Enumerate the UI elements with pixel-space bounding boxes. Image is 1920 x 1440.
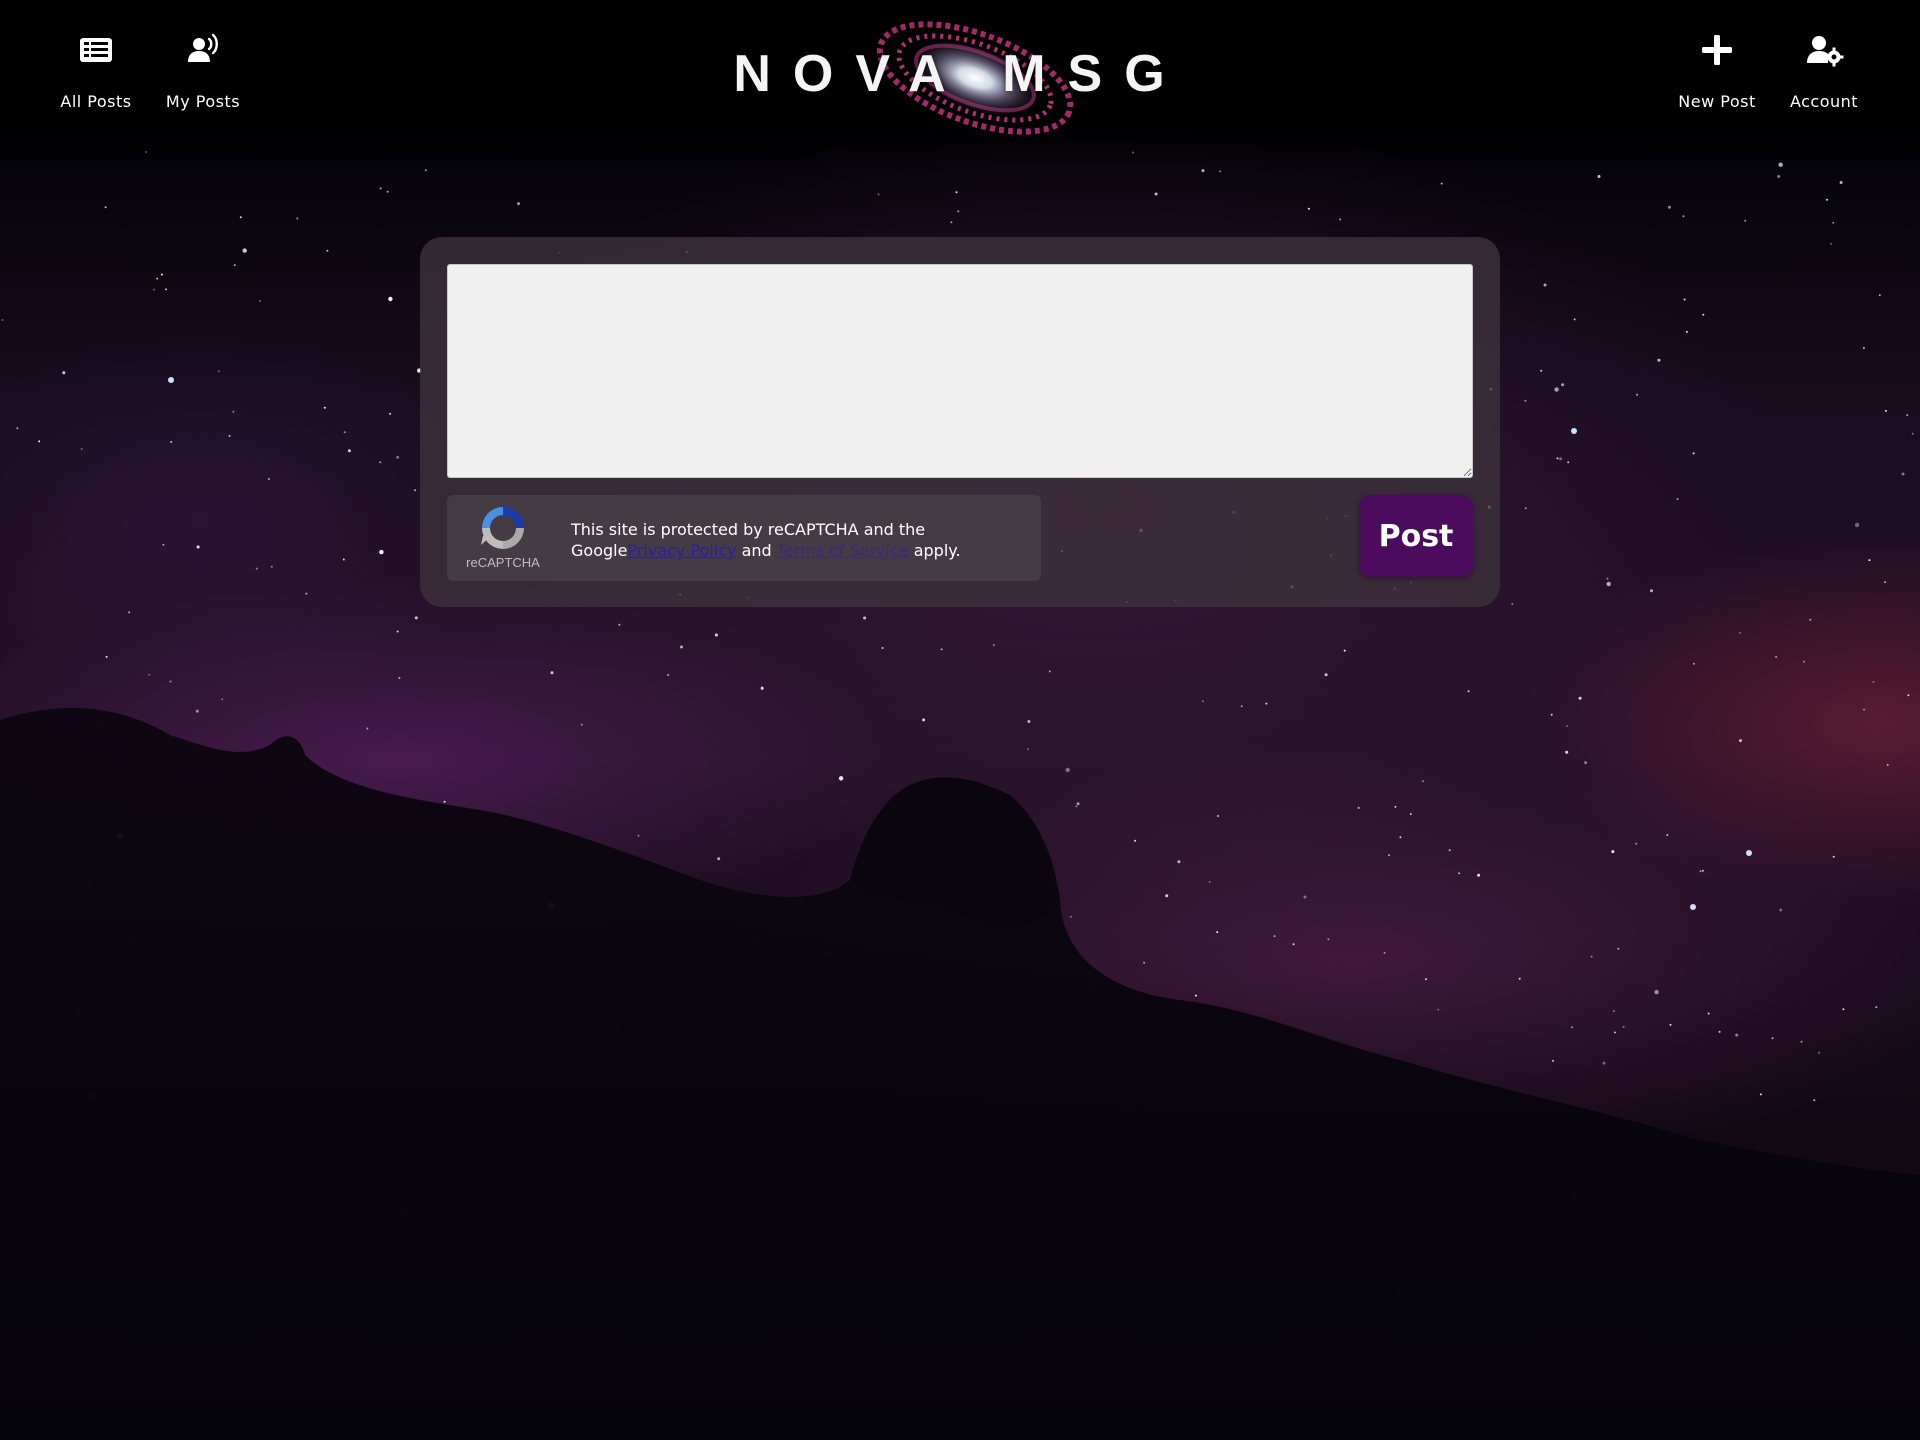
nav-account[interactable]: Account [1769, 30, 1879, 111]
nav-my-posts[interactable]: My Posts [148, 30, 258, 111]
nebula-silhouette [0, 708, 1920, 1440]
nav-new-post-label: New Post [1678, 92, 1756, 111]
logo[interactable]: NOVA MSG [700, 8, 1220, 148]
recaptcha-icon [481, 503, 524, 549]
user-broadcast-icon [188, 33, 218, 62]
compose-card: reCAPTCHA This site is protected by reCA… [420, 237, 1500, 607]
recaptcha-brand-label: reCAPTCHA [466, 555, 540, 570]
recaptcha-and-text: and [741, 541, 772, 560]
plus-icon [1702, 35, 1732, 65]
nav-account-label: Account [1789, 92, 1859, 111]
recaptcha-badge: reCAPTCHA This site is protected by reCA… [447, 495, 1041, 581]
nav-all-posts[interactable]: All Posts [41, 30, 151, 111]
logo-text: NOVA MSG [733, 45, 1187, 103]
list-icon [80, 38, 112, 62]
nav-all-posts-label: All Posts [60, 92, 132, 111]
page: All Posts My Posts NOVA MSG New Post Acc… [0, 0, 1920, 1440]
post-text-input[interactable] [447, 264, 1473, 478]
nav-my-posts-label: My Posts [165, 92, 241, 111]
nav-new-post[interactable]: New Post [1662, 30, 1772, 111]
recaptcha-logo[interactable]: reCAPTCHA [461, 503, 545, 575]
recaptcha-notice-line1: This site is protected by reCAPTCHA and … [571, 520, 926, 539]
recaptcha-google-text: Google [571, 541, 628, 560]
recaptcha-apply-text: apply. [913, 541, 961, 560]
top-nav: All Posts My Posts NOVA MSG New Post Acc… [0, 0, 1920, 170]
privacy-policy-link[interactable]: Privacy Policy [627, 541, 736, 560]
user-gear-icon [1807, 36, 1844, 67]
post-button[interactable]: Post [1359, 495, 1473, 577]
terms-of-service-link[interactable]: Terms of Service [777, 541, 909, 560]
recaptcha-notice: This site is protected by reCAPTCHA and … [571, 519, 1031, 561]
